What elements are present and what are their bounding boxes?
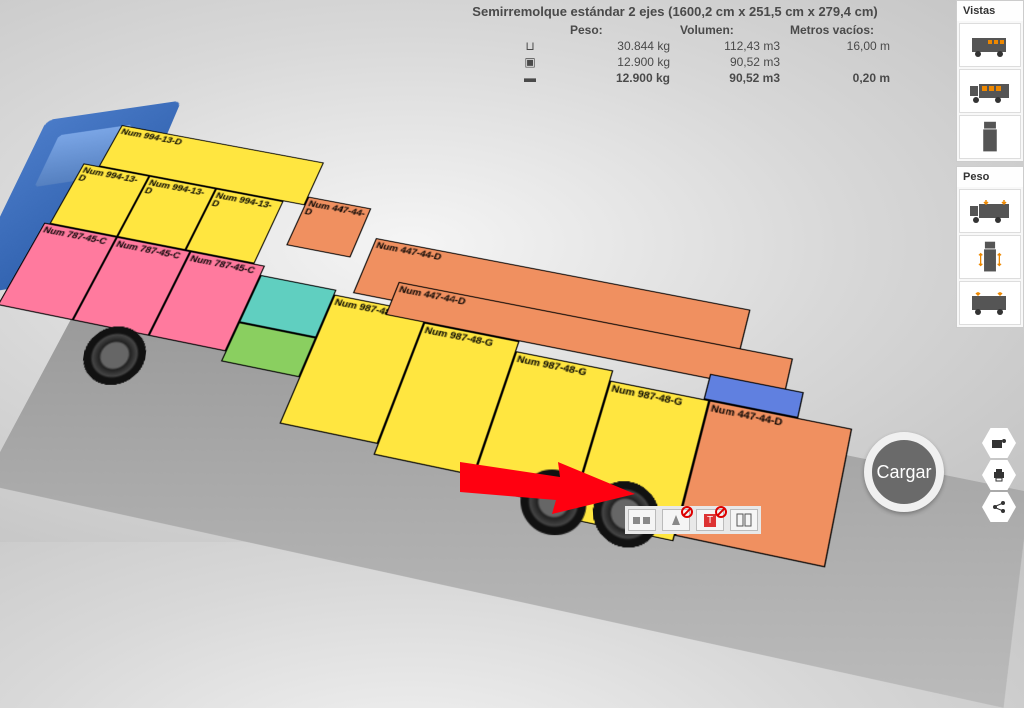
- split-view-button[interactable]: [730, 509, 758, 531]
- col-volumen: Volumen:: [680, 23, 780, 37]
- vistas-section: Vistas: [956, 0, 1024, 162]
- axle-icon: ⊔: [500, 39, 560, 53]
- cargar-button[interactable]: Cargar: [864, 432, 944, 512]
- col-peso: Peso:: [570, 23, 670, 37]
- header-info-panel: Semirremolque estándar 2 ejes (1600,2 cm…: [460, 4, 890, 85]
- red-arrow-annotation: [460, 452, 640, 522]
- cargar-label: Cargar: [876, 462, 931, 483]
- side-weight-button[interactable]: [959, 281, 1021, 325]
- axle-weight-button[interactable]: [959, 189, 1021, 233]
- peso-label: Peso: [957, 167, 1023, 187]
- vistas-label: Vistas: [957, 1, 1023, 21]
- row1-metros: 16,00 m: [790, 39, 890, 53]
- 3d-viewport[interactable]: Num 994-13-D Num 994-13-D Num 994-13-D N…: [20, 80, 870, 500]
- peso-section: Peso: [956, 166, 1024, 328]
- row1-vol: 112,43 m3: [680, 39, 780, 53]
- trailer-title: Semirremolque estándar 2 ejes (1600,2 cm…: [460, 4, 890, 19]
- row2-vol: 90,52 m3: [680, 55, 780, 69]
- cargo-box: Num 447-44-D: [286, 197, 371, 258]
- right-sidebar: Vistas Peso: [956, 0, 1024, 542]
- bottom-toolbar: T: [625, 506, 761, 534]
- container-empty-icon: ▣: [500, 55, 560, 69]
- row1-peso: 30.844 kg: [570, 39, 670, 53]
- top-weight-button[interactable]: [959, 235, 1021, 279]
- top-view-button[interactable]: [959, 115, 1021, 159]
- rear-view-button[interactable]: [959, 23, 1021, 67]
- side-view-button[interactable]: [959, 69, 1021, 113]
- col-metros: Metros vacíos:: [790, 23, 890, 37]
- row2-peso: 12.900 kg: [570, 55, 670, 69]
- no-weight-button[interactable]: [662, 509, 690, 531]
- truck-pair-button[interactable]: [628, 509, 656, 531]
- no-text-button[interactable]: T: [696, 509, 724, 531]
- stats-table: Peso: Volumen: Metros vacíos: ⊔ 30.844 k…: [460, 23, 890, 85]
